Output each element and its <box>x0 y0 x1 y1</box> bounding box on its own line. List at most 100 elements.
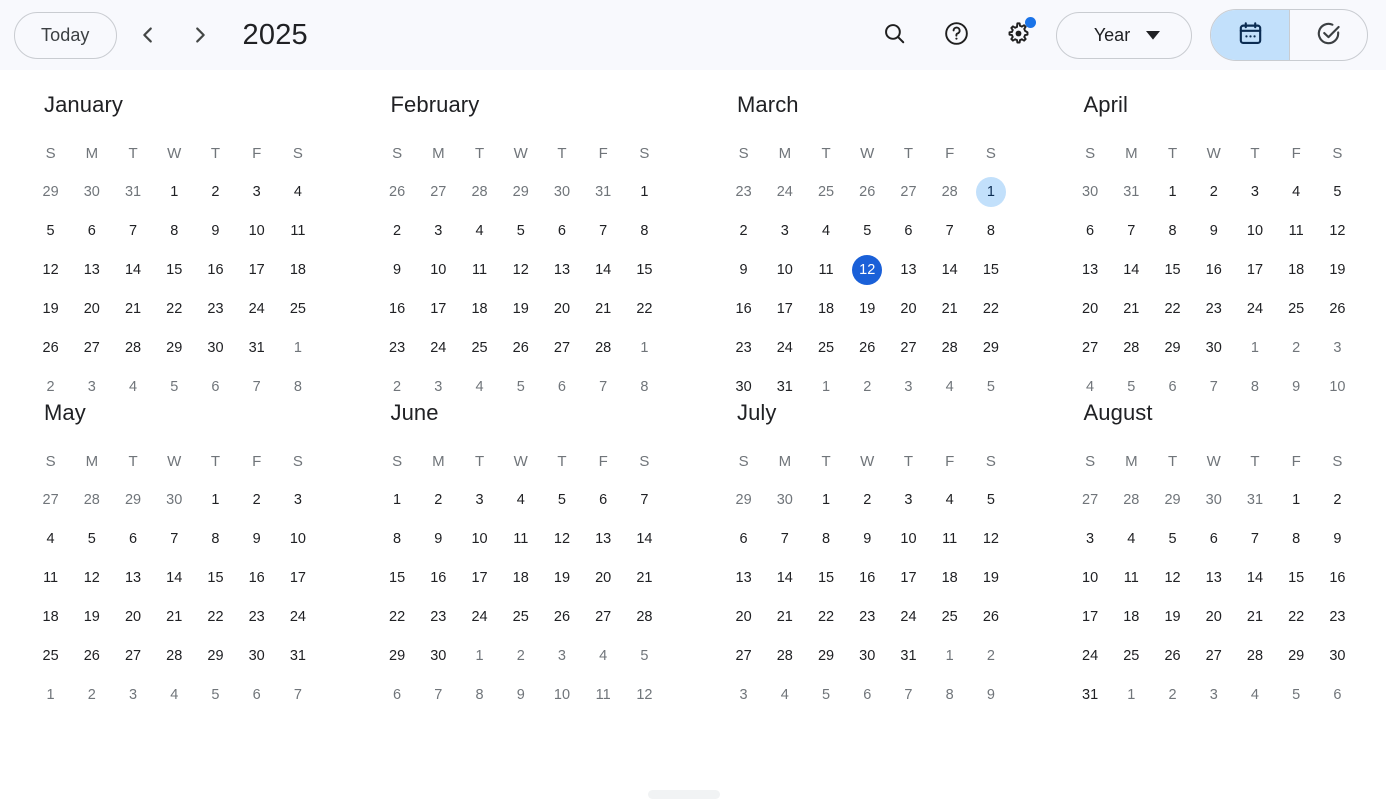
day-number[interactable]: 4 <box>770 680 800 710</box>
day-number[interactable]: 30 <box>729 372 759 402</box>
day-number[interactable]: 25 <box>935 602 965 632</box>
day-number[interactable]: 10 <box>1240 216 1270 246</box>
day-number[interactable]: 28 <box>935 177 965 207</box>
day-number[interactable]: 18 <box>465 294 495 324</box>
day-number[interactable]: 13 <box>729 563 759 593</box>
day-number[interactable]: 9 <box>729 255 759 285</box>
day-number[interactable]: 10 <box>1322 372 1352 402</box>
day-number[interactable]: 13 <box>588 524 618 554</box>
day-number[interactable]: 7 <box>588 372 618 402</box>
day-number[interactable]: 4 <box>1116 524 1146 554</box>
day-number[interactable]: 29 <box>811 641 841 671</box>
day-number[interactable]: 28 <box>1116 333 1146 363</box>
day-number[interactable]: 29 <box>1158 485 1188 515</box>
day-number[interactable]: 6 <box>242 680 272 710</box>
day-number[interactable]: 23 <box>423 602 453 632</box>
day-number[interactable]: 23 <box>242 602 272 632</box>
day-number[interactable]: 29 <box>729 485 759 515</box>
day-number[interactable]: 28 <box>465 177 495 207</box>
day-number[interactable]: 18 <box>811 294 841 324</box>
day-number[interactable]: 10 <box>893 524 923 554</box>
day-number[interactable]: 30 <box>1322 641 1352 671</box>
day-number[interactable]: 2 <box>506 641 536 671</box>
day-number[interactable]: 6 <box>1322 680 1352 710</box>
day-number[interactable]: 16 <box>1199 255 1229 285</box>
day-number[interactable]: 25 <box>811 177 841 207</box>
day-number[interactable]: 12 <box>976 524 1006 554</box>
day-number[interactable]: 15 <box>629 255 659 285</box>
day-number[interactable]: 20 <box>118 602 148 632</box>
day-number[interactable]: 29 <box>976 333 1006 363</box>
day-number[interactable]: 25 <box>465 333 495 363</box>
day-number[interactable]: 20 <box>547 294 577 324</box>
day-number[interactable]: 8 <box>200 524 230 554</box>
day-number[interactable]: 2 <box>382 216 412 246</box>
day-number[interactable]: 30 <box>1199 333 1229 363</box>
day-number[interactable]: 7 <box>1240 524 1270 554</box>
day-number[interactable]: 6 <box>893 216 923 246</box>
day-number[interactable]: 2 <box>242 485 272 515</box>
day-number[interactable]: 30 <box>200 333 230 363</box>
day-number[interactable]: 19 <box>77 602 107 632</box>
day-number[interactable]: 1 <box>1240 333 1270 363</box>
day-number[interactable]: 16 <box>1322 563 1352 593</box>
day-number[interactable]: 2 <box>200 177 230 207</box>
day-number[interactable]: 28 <box>588 333 618 363</box>
day-number[interactable]: 13 <box>77 255 107 285</box>
day-number[interactable]: 5 <box>811 680 841 710</box>
day-number[interactable]: 29 <box>382 641 412 671</box>
day-number[interactable]: 24 <box>1075 641 1105 671</box>
day-number[interactable]: 19 <box>1158 602 1188 632</box>
day-number[interactable]: 4 <box>283 177 313 207</box>
day-number[interactable]: 3 <box>1322 333 1352 363</box>
day-number[interactable]: 10 <box>770 255 800 285</box>
day-number[interactable]: 2 <box>1158 680 1188 710</box>
day-number[interactable]: 22 <box>200 602 230 632</box>
day-number[interactable]: 26 <box>77 641 107 671</box>
day-number[interactable]: 14 <box>1116 255 1146 285</box>
day-number[interactable]: 21 <box>1240 602 1270 632</box>
day-number[interactable]: 1 <box>629 177 659 207</box>
day-number[interactable]: 21 <box>770 602 800 632</box>
day-number[interactable]: 5 <box>1158 524 1188 554</box>
day-number[interactable]: 9 <box>852 524 882 554</box>
day-number[interactable]: 31 <box>242 333 272 363</box>
day-number[interactable]: 8 <box>1240 372 1270 402</box>
day-number[interactable]: 6 <box>588 485 618 515</box>
day-number[interactable]: 30 <box>852 641 882 671</box>
day-number[interactable]: 2 <box>36 372 66 402</box>
day-number[interactable]: 7 <box>770 524 800 554</box>
day-number[interactable]: 3 <box>283 485 313 515</box>
day-number[interactable]: 13 <box>1075 255 1105 285</box>
day-number[interactable]: 6 <box>382 680 412 710</box>
day-number[interactable]: 28 <box>77 485 107 515</box>
day-number[interactable]: 16 <box>729 294 759 324</box>
day-number[interactable]: 8 <box>382 524 412 554</box>
day-number[interactable]: 5 <box>976 372 1006 402</box>
day-number[interactable]: 5 <box>1281 680 1311 710</box>
day-number[interactable]: 27 <box>1199 641 1229 671</box>
day-number[interactable]: 1 <box>935 641 965 671</box>
day-number[interactable]: 2 <box>852 372 882 402</box>
day-number[interactable]: 6 <box>852 680 882 710</box>
day-number[interactable]: 1 <box>811 372 841 402</box>
day-number[interactable]: 3 <box>77 372 107 402</box>
day-number[interactable]: 4 <box>935 372 965 402</box>
day-number[interactable]: 23 <box>1322 602 1352 632</box>
next-period-button[interactable] <box>179 14 221 56</box>
day-number[interactable]: 3 <box>729 680 759 710</box>
day-number[interactable]: 3 <box>242 177 272 207</box>
day-number[interactable]: 26 <box>1322 294 1352 324</box>
day-number[interactable]: 5 <box>77 524 107 554</box>
day-number[interactable]: 4 <box>506 485 536 515</box>
day-number[interactable]: 19 <box>547 563 577 593</box>
day-number[interactable]: 12 <box>36 255 66 285</box>
day-number[interactable]: 25 <box>36 641 66 671</box>
day-number[interactable]: 21 <box>118 294 148 324</box>
day-number[interactable]: 31 <box>1240 485 1270 515</box>
day-number[interactable]: 7 <box>629 485 659 515</box>
day-number[interactable]: 27 <box>1075 485 1105 515</box>
day-number[interactable]: 4 <box>118 372 148 402</box>
day-number[interactable]: 12 <box>1158 563 1188 593</box>
day-number[interactable]: 7 <box>423 680 453 710</box>
